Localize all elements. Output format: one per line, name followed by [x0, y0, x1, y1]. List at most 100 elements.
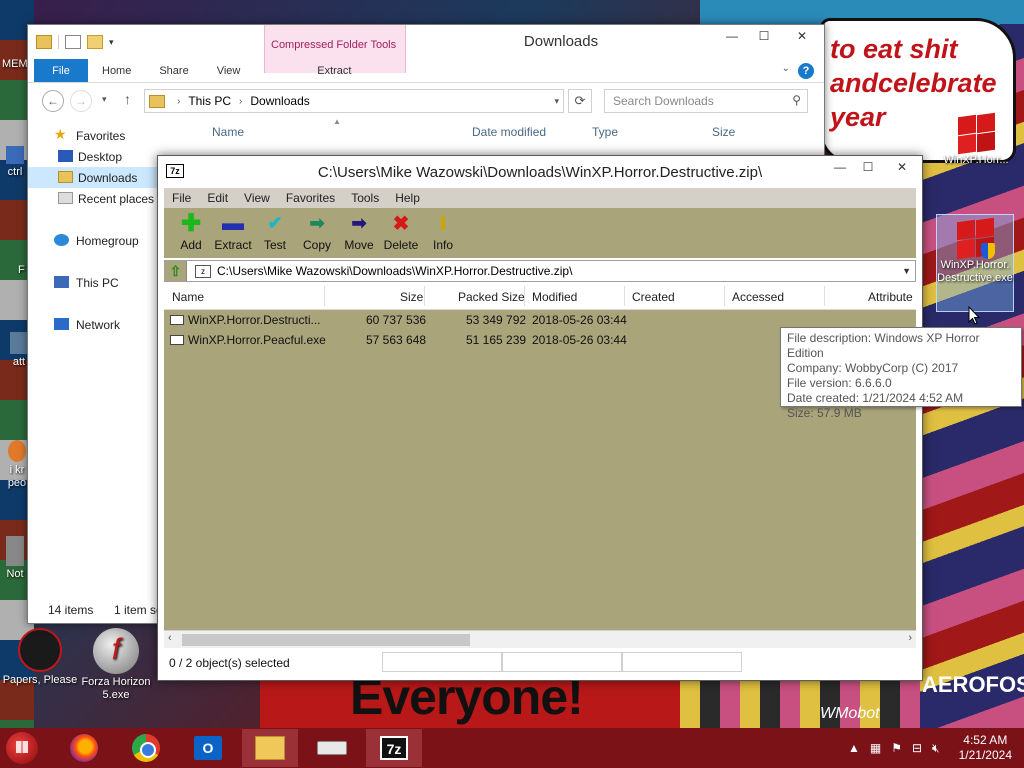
desktop-icon-forza[interactable]: f Forza Horizon 5.exe [80, 628, 152, 702]
add-button[interactable]: ✚ Add [170, 208, 212, 253]
nav-downloads[interactable]: Downloads [28, 167, 158, 188]
minimize-button[interactable]: — [716, 25, 748, 47]
delete-button[interactable]: ✖ Delete [380, 208, 422, 253]
nav-homegroup[interactable]: Homegroup [28, 230, 158, 251]
move-button[interactable]: ➡ Move [338, 208, 380, 253]
taskbar-firefox[interactable] [56, 729, 112, 767]
nav-network[interactable]: Network [28, 314, 158, 335]
maximize-button[interactable]: ☐ [748, 25, 780, 47]
column-header-created[interactable]: Created [632, 290, 675, 304]
tab-home[interactable]: Home [88, 59, 145, 82]
menu-edit[interactable]: Edit [207, 191, 228, 205]
scroll-right-icon[interactable]: › [908, 632, 912, 644]
explorer-titlebar[interactable]: ▾ Compressed Folder Tools Downloads — ☐ … [28, 25, 824, 73]
column-header-type[interactable]: Type [592, 125, 618, 139]
nav-recent-places[interactable]: Recent places [28, 188, 158, 209]
scroll-left-icon[interactable]: ‹ [168, 632, 172, 644]
menu-help[interactable]: Help [395, 191, 420, 205]
column-divider[interactable] [824, 286, 825, 306]
refresh-button[interactable]: ⟳ [568, 89, 592, 113]
menu-favorites[interactable]: Favorites [286, 191, 335, 205]
desktop-icon-winxp-top[interactable]: WinXP.Horr... [934, 112, 1018, 167]
chevron-down-icon[interactable]: ▾ [554, 96, 559, 107]
exe-file-icon [170, 315, 184, 325]
breadcrumb-item[interactable]: This PC [188, 94, 231, 108]
tooltip-line: File description: Windows XP Horror Edit… [787, 331, 980, 360]
maximize-button[interactable]: ☐ [854, 156, 882, 178]
column-header-name[interactable]: Name [212, 125, 244, 139]
nav-favorites[interactable]: ★ Favorites [28, 125, 158, 146]
nav-label: Downloads [78, 170, 138, 185]
close-button[interactable]: ✕ [780, 25, 824, 47]
show-hidden-icons-icon[interactable]: ▲ [848, 741, 860, 755]
horizontal-scrollbar[interactable]: ‹ › [164, 630, 916, 648]
column-divider[interactable] [624, 286, 625, 306]
column-header-accessed[interactable]: Accessed [732, 290, 784, 304]
column-header-packed-size[interactable]: Packed Size [458, 290, 525, 304]
scrollbar-thumb[interactable] [182, 634, 470, 646]
taskbar-outlook[interactable]: O [180, 729, 236, 767]
up-folder-button[interactable]: ⇧ [165, 261, 187, 281]
desktop-icon-partial[interactable]: ctrl [6, 146, 24, 179]
menu-view[interactable]: View [244, 191, 270, 205]
network-icon[interactable]: ▦ [870, 741, 881, 755]
status-cell [382, 652, 502, 672]
tab-share[interactable]: Share [145, 59, 202, 82]
up-button[interactable]: ↑ [124, 91, 131, 107]
column-divider[interactable] [324, 286, 325, 306]
copy-button[interactable]: ➡ Copy [296, 208, 338, 253]
close-button[interactable]: ✕ [882, 156, 922, 178]
column-header-date-modified[interactable]: Date modified [472, 125, 546, 139]
cell-modified: 2018-05-26 03:44 [532, 333, 627, 347]
desktop-icon-partial[interactable]: Not [6, 536, 24, 581]
desktop-icon-partial[interactable]: F [18, 264, 25, 277]
taskbar-7zip[interactable]: 7z [366, 729, 422, 767]
column-divider[interactable] [724, 286, 725, 306]
column-header-size[interactable]: Size [712, 125, 735, 139]
desktop-icon-partial[interactable]: att [10, 332, 28, 369]
test-button[interactable]: ✔ Test [254, 208, 296, 253]
clock[interactable]: 4:52 AM 1/21/2024 [959, 733, 1012, 763]
column-divider[interactable] [524, 286, 525, 306]
desktop-icon-papers-please[interactable]: Papers, Please [0, 628, 80, 687]
nav-label: Recent places [78, 191, 155, 206]
ribbon-expand-icon[interactable]: ⌄ [782, 63, 790, 74]
desktop-icon-partial[interactable]: MEM [2, 58, 28, 71]
tab-file[interactable]: File [34, 59, 88, 82]
column-header-modified[interactable]: Modified [532, 290, 577, 304]
help-icon[interactable]: ? [798, 63, 814, 79]
button-label: Test [263, 238, 286, 252]
recent-locations-icon[interactable]: ▾ [102, 94, 107, 105]
x-icon: ✖ [392, 212, 410, 235]
column-header-name[interactable]: Name [172, 290, 204, 304]
address-bar[interactable]: › This PC › Downloads ▾ [144, 89, 564, 113]
taskbar-keyboard[interactable] [304, 729, 360, 767]
column-header-size[interactable]: Size [400, 290, 423, 304]
menu-tools[interactable]: Tools [351, 191, 379, 205]
tab-view[interactable]: View [203, 59, 255, 82]
forward-button[interactable]: → [70, 90, 92, 112]
sevenzip-titlebar[interactable]: 7z C:\Users\Mike Wazowski\Downloads\WinX… [158, 156, 922, 188]
network-wired-icon[interactable]: ⊟ [912, 741, 922, 755]
action-center-flag-icon[interactable]: ⚑ [891, 741, 902, 755]
chevron-down-icon[interactable]: ▼ [902, 266, 911, 276]
desktop-icon-winxp-selected[interactable]: WinXP.Horror.Destructive.exe [936, 214, 1014, 312]
search-input[interactable]: Search Downloads ⚲ [604, 89, 808, 113]
path-bar[interactable]: ⇧ z C:\Users\Mike Wazowski\Downloads\Win… [164, 260, 916, 282]
nav-desktop[interactable]: Desktop [28, 146, 158, 167]
tab-extract[interactable]: Extract [284, 59, 384, 82]
info-button[interactable]: ℹ Info [422, 208, 464, 253]
start-button[interactable] [6, 732, 38, 764]
column-divider[interactable] [424, 286, 425, 306]
extract-button[interactable]: ▬ Extract [212, 208, 254, 252]
breadcrumb-item[interactable]: Downloads [250, 94, 309, 108]
nav-this-pc[interactable]: This PC [28, 272, 158, 293]
column-header-attributes[interactable]: Attribute [868, 290, 913, 304]
minimize-button[interactable]: — [826, 156, 854, 178]
taskbar-file-explorer[interactable] [242, 729, 298, 767]
path-text[interactable]: C:\Users\Mike Wazowski\Downloads\WinXP.H… [217, 264, 572, 278]
taskbar-chrome[interactable] [118, 729, 174, 767]
menu-file[interactable]: File [172, 191, 191, 205]
back-button[interactable]: ← [42, 90, 64, 112]
volume-muted-icon[interactable]: 🔇︎ [932, 741, 940, 756]
